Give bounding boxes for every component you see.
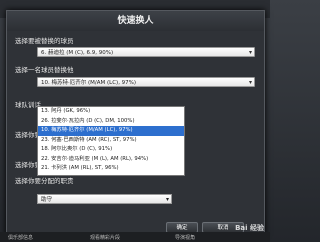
label-player-to-replace: 选择要被替换的球员 (15, 37, 74, 45)
footer-director-view[interactable]: 导演视角 (175, 234, 195, 241)
footer-highlights[interactable]: 观看精彩片段 (90, 234, 120, 241)
replacement-dropdown-list[interactable]: 13. 阿丹 (GK, 96%) 26. 拉斐尔·瓦拉内 (D (C), DM, … (37, 106, 185, 176)
dialog-title: 快速换人 (7, 11, 264, 31)
list-item[interactable]: 23. 何塞·巴西斯特 (AM (RC), ST, 97%) (38, 136, 184, 146)
footer-bar: 俱乐部信息 观看精彩片段 导演视角 (0, 232, 270, 242)
label-assign-3: 选择你要分配的职责 (15, 177, 74, 185)
replacement-select[interactable]: 10. 梅苏特·厄齐尔 (M/AM (LC), 97%) ▾ (37, 77, 255, 87)
chevron-down-icon: ▾ (165, 196, 169, 203)
player-to-replace-select[interactable]: 6. 赫迪拉 (M (C), 6.9, 90%) ▾ (37, 47, 255, 57)
player-to-replace-value: 6. 赫迪拉 (M (C), 6.9, 90%) (41, 50, 114, 56)
duty-value: 助守 (41, 197, 53, 203)
list-item[interactable]: 21. 卡列洪 (AM (RL), ST, 96%) (38, 164, 184, 174)
list-item[interactable]: 26. 拉斐尔·瓦拉内 (D (C), DM, 100%) (38, 117, 184, 127)
duty-select[interactable]: 助守 ▾ (37, 194, 172, 204)
replacement-value: 10. 梅苏特·厄齐尔 (M/AM (LC), 97%) (41, 80, 137, 86)
chevron-down-icon: ▾ (248, 49, 252, 56)
chevron-down-icon: ▾ (248, 79, 252, 86)
quick-substitution-dialog: 快速换人 选择要被替换的球员 6. 赫迪拉 (M (C), 6.9, 90%) … (6, 10, 265, 236)
list-item[interactable]: 13. 阿丹 (GK, 96%) (38, 107, 184, 117)
list-item[interactable]: 22. 安吉尔·迪马利亚 (M (L), AM (RL), 94%) (38, 155, 184, 165)
label-replacement: 选择一名球员替换他 (15, 66, 74, 74)
footer-club-info[interactable]: 俱乐部信息 (8, 234, 33, 241)
list-item[interactable]: 10. 梅苏特·厄齐尔 (M/AM (LC), 97%) (38, 126, 184, 136)
list-item[interactable]: 18. 阿尔比奥尔 (D (C), 91%) (38, 145, 184, 155)
